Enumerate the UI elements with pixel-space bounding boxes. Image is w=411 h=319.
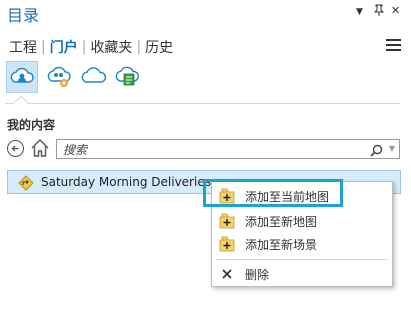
tab-separator: | [41,39,46,55]
menu-item-label: 删除 [245,267,270,282]
tab-project[interactable]: 工程 [7,37,41,57]
my-content-icon[interactable] [6,61,38,93]
menu-item-delete[interactable]: 删除 [212,263,392,285]
close-pane-button[interactable]: ✕ [391,4,400,17]
groups-icon[interactable] [44,61,74,91]
selected-pointer-icon [13,96,29,104]
tab-divider [5,103,400,104]
search-input[interactable] [61,141,365,159]
add-icon [219,213,235,229]
menu-divider [216,259,388,260]
catalog-tabs: 工程 | 门户 | 收藏夹 | 历史 [7,37,177,57]
search-icon[interactable] [370,142,383,161]
map-item-icon [18,175,34,195]
menu-item-add-to-new-map[interactable]: 添加至新地图 [212,210,392,232]
item-title: Saturday Morning Deliveries [41,175,211,189]
living-atlas-icon[interactable] [113,61,143,91]
delete-icon [219,266,235,282]
pane-options-dropdown[interactable]: ▼ [356,7,363,17]
back-button[interactable] [7,140,24,157]
tab-separator: | [81,39,87,55]
pin-icon[interactable] [373,4,385,19]
search-field[interactable]: ▼ [56,139,400,159]
tab-separator: | [136,39,142,55]
pane-title: 目录 [7,6,40,25]
highlight-box [203,179,343,207]
tab-portal[interactable]: 门户 [48,37,82,57]
tab-history[interactable]: 历史 [143,37,177,57]
search-options-chevron-icon[interactable]: ▼ [389,144,395,153]
add-icon [219,236,235,252]
tab-favorites[interactable]: 收藏夹 [88,37,136,57]
menu-item-label: 添加至新地图 [245,214,318,229]
organization-icon[interactable] [79,61,109,91]
menu-item-add-to-new-scene[interactable]: 添加至新场景 [212,233,392,255]
menu-icon[interactable] [386,39,401,54]
section-title: 我的内容 [7,118,56,132]
home-icon[interactable] [31,139,49,162]
menu-item-label: 添加至新场景 [245,237,318,252]
